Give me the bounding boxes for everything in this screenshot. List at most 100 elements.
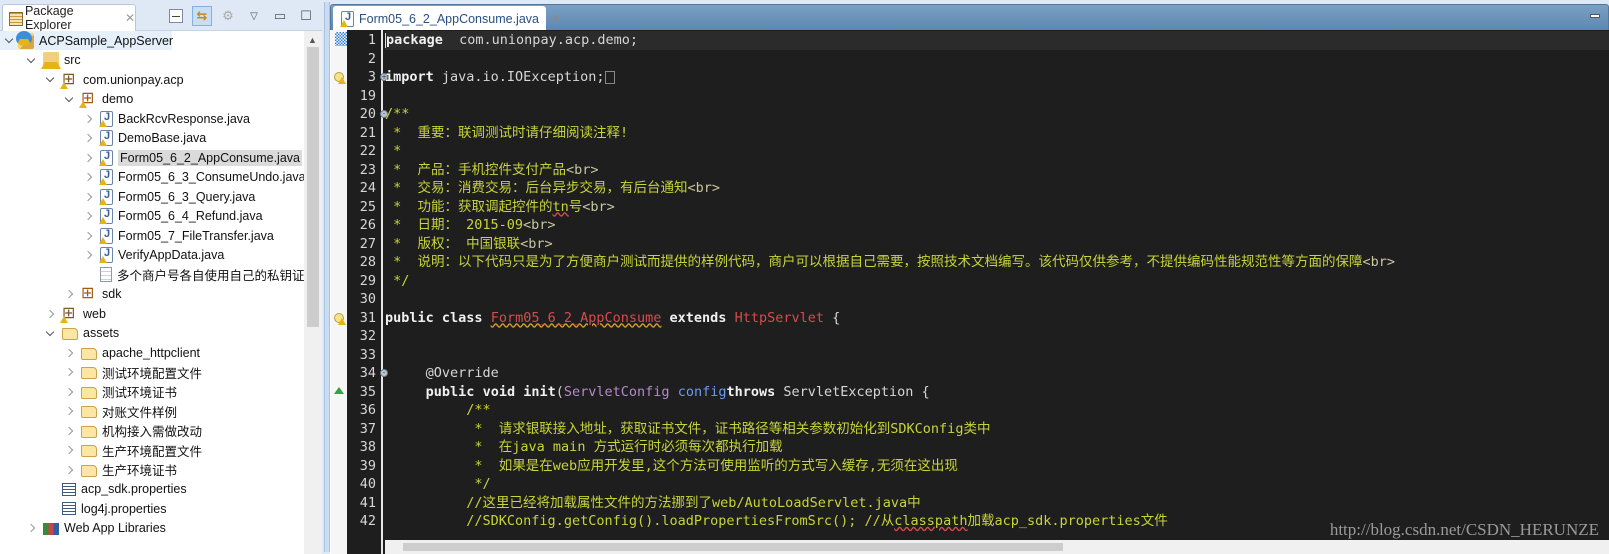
minimize-button[interactable]: ▭	[270, 6, 290, 26]
chevron-right-icon[interactable]	[63, 347, 75, 359]
code-token: *	[385, 143, 402, 159]
scrollbar-thumb[interactable]	[403, 543, 1063, 551]
tab-package-explorer[interactable]: Package Explorer ✕	[2, 4, 136, 32]
scrollbar-thumb[interactable]	[307, 47, 319, 327]
tree-item[interactable]: Form05_6_3_ConsumeUndo.java	[0, 168, 304, 187]
tree-item[interactable]: log4j.properties	[0, 499, 166, 518]
chevron-right-icon[interactable]	[63, 444, 75, 456]
chevron-right-icon[interactable]	[82, 191, 94, 203]
chevron-down-icon[interactable]	[63, 93, 75, 105]
code-line[interactable]: * 日期： 2015-09<br>	[385, 216, 1609, 235]
chevron-down-icon[interactable]	[6, 35, 12, 47]
tree-item[interactable]: 机构接入需做改动	[0, 421, 202, 440]
tree-item[interactable]: Form05_7_FileTransfer.java	[0, 226, 274, 245]
tree-item[interactable]: com.unionpay.acp	[0, 69, 184, 89]
code-line[interactable]: * 产品：手机控件支付产品<br>	[385, 161, 1609, 180]
tree-item[interactable]: Form05_6_4_Refund.java	[0, 207, 263, 226]
close-icon[interactable]: ✕	[551, 12, 561, 26]
chevron-right-icon[interactable]	[82, 230, 94, 242]
chevron-right-icon[interactable]	[25, 522, 37, 534]
scroll-up-icon[interactable]: ▲	[308, 35, 317, 45]
view-sash[interactable]	[322, 0, 330, 554]
properties-file-icon	[62, 502, 76, 515]
code-line[interactable]: * 如果是在web应用开发里,这个方法可使用监听的方式写入缓存,无须在这出现	[385, 457, 1609, 476]
chevron-down-icon[interactable]	[44, 74, 56, 86]
code-line[interactable]: package com.unionpay.acp.demo;	[385, 31, 1609, 50]
code-line[interactable]: //这里已经将加载属性文件的方法挪到了web/AutoLoadServlet.j…	[385, 494, 1609, 513]
chevron-right-icon[interactable]	[82, 113, 94, 125]
minimize-editor-button[interactable]	[1590, 14, 1600, 18]
tree-item[interactable]: src	[0, 51, 81, 70]
tree-item[interactable]: 测试环境配置文件	[0, 363, 202, 382]
link-with-editor-button[interactable]: ⇆	[192, 6, 212, 26]
chevron-right-icon[interactable]	[82, 249, 94, 261]
tree-item[interactable]: web	[0, 303, 106, 323]
code-line[interactable]: * 说明：以下代码只是为了方便商户测试而提供的样例代码，商户可以根据自己需要，按…	[385, 253, 1609, 272]
tree-item[interactable]: DemoBase.java	[0, 129, 206, 148]
tree-item[interactable]: acp_sdk.properties	[0, 480, 187, 499]
tree-item[interactable]: VerifyAppData.java	[0, 246, 224, 265]
tree-item[interactable]: assets	[0, 324, 119, 343]
editor-horizontal-scrollbar[interactable]	[385, 540, 1609, 554]
chevron-right-icon[interactable]	[82, 152, 94, 164]
code-line[interactable]: */	[385, 272, 1609, 291]
chevron-right-icon[interactable]	[63, 366, 75, 378]
tree-item-label: 多个商户号各自使用自己的私钥证书	[117, 269, 304, 283]
tree-item-label: log4j.properties	[81, 501, 167, 516]
code-line[interactable]: * 在java main 方式运行时必须每次都执行加载	[385, 438, 1609, 457]
code-line[interactable]	[385, 50, 1609, 69]
chevron-right-icon[interactable]	[82, 210, 94, 222]
tree-item[interactable]: Web App Libraries	[0, 519, 166, 538]
tree-item[interactable]: Form05_6_3_Query.java	[0, 187, 255, 206]
editor-body[interactable]: 1 2 3 +19 20-21 22 23 24 25 26 27 28 29 30 31 32 33 34-35…	[330, 30, 1609, 554]
collapse-all-button[interactable]	[166, 6, 186, 26]
tree-item[interactable]: sdk	[0, 283, 121, 304]
chevron-down-icon[interactable]	[25, 54, 37, 66]
code-line[interactable]	[385, 346, 1609, 365]
chevron-right-icon[interactable]	[82, 132, 94, 144]
code-line[interactable]: @Override	[385, 364, 1609, 383]
tree-item[interactable]: 多个商户号各自使用自己的私钥证书	[0, 265, 304, 284]
code-line[interactable]: * 版权： 中国银联<br>	[385, 235, 1609, 254]
code-line[interactable]: * 重要：联调测试时请仔细阅读注释!	[385, 124, 1609, 143]
code-area[interactable]: package com.unionpay.acp.demo; import jav…	[385, 30, 1609, 540]
code-line[interactable]: /**	[385, 401, 1609, 420]
chevron-right-icon[interactable]	[63, 386, 75, 398]
code-line[interactable]: import java.io.IOException;	[385, 68, 1609, 87]
chevron-right-icon[interactable]	[63, 464, 75, 476]
chevron-right-icon[interactable]	[82, 171, 94, 183]
tree-item[interactable]: ACPSample_AppServer	[0, 31, 173, 50]
chevron-right-icon[interactable]	[63, 288, 75, 300]
tree-item[interactable]: BackRcvResponse.java	[0, 109, 250, 128]
code-line[interactable]: public class Form05_6_2_AppConsume exten…	[385, 309, 1609, 328]
code-line[interactable]	[385, 327, 1609, 346]
folded-region-icon[interactable]	[605, 70, 616, 84]
tree-item[interactable]: 对账文件样例	[0, 402, 177, 421]
code-line[interactable]: */	[385, 475, 1609, 494]
explorer-vertical-scrollbar[interactable]: ▲	[304, 31, 322, 554]
tree-item[interactable]: 生产环境配置文件	[0, 441, 202, 460]
view-menu-button[interactable]: ▽	[244, 6, 264, 26]
maximize-button[interactable]: ☐	[296, 6, 316, 26]
tree-item[interactable]: demo	[0, 88, 133, 109]
chevron-right-icon[interactable]	[63, 405, 75, 417]
close-icon[interactable]: ✕	[125, 11, 135, 25]
code-line[interactable]	[385, 290, 1609, 309]
tree-item[interactable]: 生产环境证书	[0, 460, 177, 479]
chevron-down-icon[interactable]	[44, 327, 56, 339]
code-line[interactable]: *	[385, 142, 1609, 161]
tree-item[interactable]: 测试环境证书	[0, 382, 177, 401]
tree-item[interactable]: apache_httpclient	[0, 343, 200, 362]
chevron-right-icon[interactable]	[63, 425, 75, 437]
focus-active-task-button[interactable]: ⚙	[218, 6, 238, 26]
code-line[interactable]: * 请求银联接入地址，获取证书文件，证书路径等相关参数初始化到SDKConfig…	[385, 420, 1609, 439]
tree-item[interactable]: Form05_6_2_AppConsume.java	[0, 148, 302, 167]
tab-form05-6-2-appconsume[interactable]: Form05_6_2_AppConsume.java ✕	[333, 6, 561, 31]
code-line[interactable]: public void init(ServletConfig configthr…	[385, 383, 1609, 402]
chevron-right-icon[interactable]	[44, 308, 56, 320]
code-line[interactable]: * 功能：获取调起控件的tn号<br>	[385, 198, 1609, 217]
code-line[interactable]: /**	[385, 105, 1609, 124]
code-line[interactable]: * 交易：消费交易：后台异步交易，有后台通知<br>	[385, 179, 1609, 198]
code-line[interactable]	[385, 87, 1609, 106]
